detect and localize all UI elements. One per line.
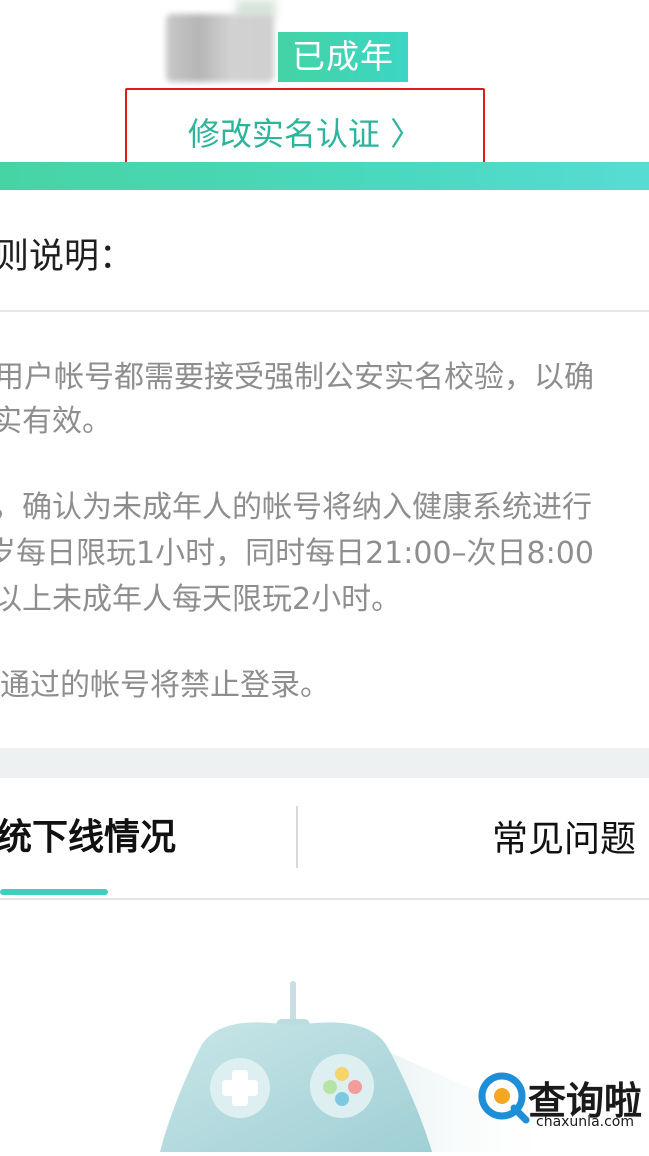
adult-status-badge: 已成年 [278,32,408,82]
modify-real-name-label: 修改实名认证 〉 [187,115,423,153]
blurred-username [166,14,274,82]
tab-bar: 统下线情况 常见问题 [0,778,649,900]
watermark: 查询啦 chaxunla.com [476,1066,646,1136]
rule-line: 用户帐号都需要接受强制公安实名校验，以确 [0,360,594,395]
tab-faq[interactable]: 常见问题 [492,810,636,862]
rules-body: 用户帐号都需要接受强制公安实名校验，以确 实有效。 ，确认为未成年人的帐号将纳入… [0,312,649,748]
rules-header: 则说明： [0,190,649,312]
rule-line: ，确认为未成年人的帐号将纳入健康系统进行 [0,490,592,525]
tab-divider [296,806,298,868]
tab-system-offline-status[interactable]: 统下线情况 [0,808,176,860]
rule-line: 以上未成年人每天限玩2小时。 [0,582,402,617]
section-separator [0,748,649,778]
rules-title: 则说明： [0,237,135,277]
header-bottom-band [0,162,649,190]
watermark-logo-icon [478,1072,530,1124]
rule-line: 岁每日限玩1小时，同时每日21:00–次日8:00 [0,536,594,571]
rule-line: 通过的帐号将禁止登录。 [0,668,330,703]
active-tab-indicator [0,889,108,895]
rule-line: 实有效。 [0,404,112,439]
watermark-domain: chaxunla.com [536,1114,634,1130]
